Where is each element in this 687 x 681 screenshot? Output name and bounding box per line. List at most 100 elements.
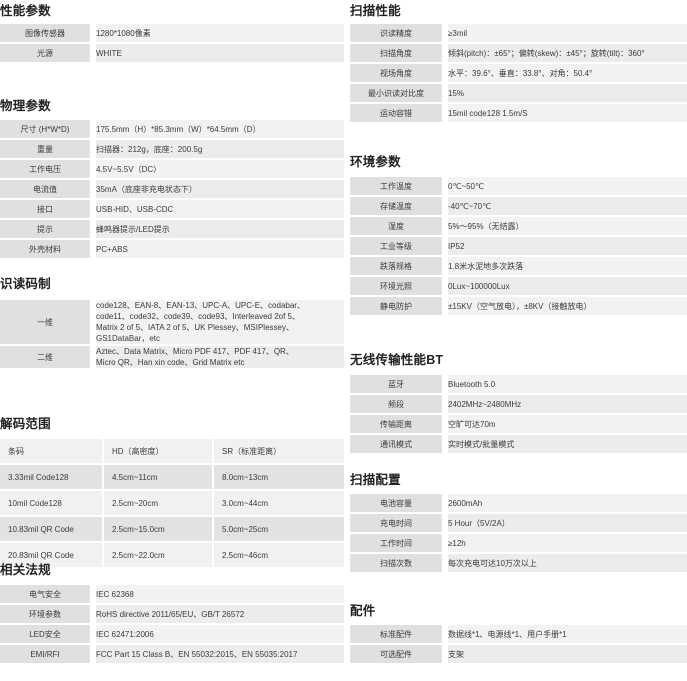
row-label: 二维: [0, 344, 96, 368]
section-title-wireless: 无线传输性能BT: [350, 353, 444, 367]
table-accessories: 标准配件 数据线*1、电源线*1、用户手册*1 可选配件 支架: [350, 623, 687, 663]
row-label: 外壳材料: [0, 238, 96, 258]
row-value: 15%: [448, 82, 687, 102]
table-row: 环境光照 0Lux~100000Lux: [350, 275, 687, 295]
table-row: 3.33mil Code128 4.5cm~11cm 8.0cm~13cm: [0, 463, 344, 489]
section-title-accessories: 配件: [350, 604, 376, 618]
row-label: 工作温度: [350, 175, 448, 195]
row-value: IEC 62471:2006: [96, 623, 344, 643]
row-value: 1280*1080像素: [96, 22, 344, 42]
table-row: 最小识读对比度 15%: [350, 82, 687, 102]
table-row: 扫描次数 每次充电可达10万次以上: [350, 552, 687, 572]
table-row: 标准配件 数据线*1、电源线*1、用户手册*1: [350, 623, 687, 643]
row-value: 5 Hour（5V/2A）: [448, 512, 687, 532]
table-row: 电池容量 2600mAh: [350, 492, 687, 512]
section-title-physical: 物理参数: [0, 99, 51, 113]
row-value: WHITE: [96, 42, 344, 62]
left-column: 性能参数图像传感器 1280*1080像素 光源 WHITE 物理参数尺寸 (H*W*D…: [0, 0, 344, 681]
row-value: 1.8米水泥地多次跌落: [448, 255, 687, 275]
table-cell: 10mil Code128: [0, 489, 104, 515]
section-title-decode-range: 解码范围: [0, 417, 51, 431]
row-value: 15mil code128 1.5m/S: [448, 102, 687, 122]
table-row: 图像传感器 1280*1080像素: [0, 22, 344, 42]
row-label: 一维: [0, 298, 96, 344]
spec-sheet-page: 性能参数图像传感器 1280*1080像素 光源 WHITE 物理参数尺寸 (H*W*D…: [0, 0, 687, 681]
row-value: 支架: [448, 643, 687, 663]
row-label: 通讯模式: [350, 433, 448, 453]
table-row: 工作时间 ≥12h: [350, 532, 687, 552]
row-label: LED安全: [0, 623, 96, 643]
row-label: 重量: [0, 138, 96, 158]
row-value: 蜂鸣器提示/LED提示: [96, 218, 344, 238]
row-label: 环境参数: [0, 603, 96, 623]
table-wireless: 蓝牙 Bluetooth 5.0 频段 2402MHz~2480MHz 传输距离 空旷可达…: [350, 373, 687, 453]
table-row: EMI/RFI FCC Part 15 Class B、EN 55032:2015…: [0, 643, 344, 663]
row-label: 视场角度: [350, 62, 448, 82]
table-physical: 尺寸 (H*W*D) 175.5mm（H）*85.3mm（W）*64.5mm（D）…: [0, 118, 344, 258]
table-row: 电气安全 IEC 62368: [0, 583, 344, 603]
section-title-performance: 性能参数: [0, 4, 51, 18]
row-value: ±15KV（空气放电），±8KV（接触放电）: [448, 295, 687, 315]
table-row: 外壳材料 PC+ABS: [0, 238, 344, 258]
row-value: code128、EAN-8、EAN-13、UPC-A、UPC-E、codabar…: [96, 298, 344, 344]
table-row: 环境参数 RoHS directive 2011/65/EU、GB/T 26572: [0, 603, 344, 623]
section-title-scan-config: 扫描配置: [350, 473, 401, 487]
row-value: IP52: [448, 235, 687, 255]
table-scan-performance: 识读精度 ≥3mil 扫描角度 倾斜(pitch)：±65°；偏转(skew)：±45…: [350, 22, 687, 122]
row-value: 空旷可达70m: [448, 413, 687, 433]
row-label: 图像传感器: [0, 22, 96, 42]
row-label: 充电时间: [350, 512, 448, 532]
row-label: 扫描角度: [350, 42, 448, 62]
row-label: 传输距离: [350, 413, 448, 433]
row-label: 接口: [0, 198, 96, 218]
row-value: 数据线*1、电源线*1、用户手册*1: [448, 623, 687, 643]
table-row: LED安全 IEC 62471:2006: [0, 623, 344, 643]
row-label: 光源: [0, 42, 96, 62]
row-label: 工业等级: [350, 235, 448, 255]
row-label: 运动容错: [350, 102, 448, 122]
row-label: 工作电压: [0, 158, 96, 178]
row-value: 每次充电可达10万次以上: [448, 552, 687, 572]
table-row: 尺寸 (H*W*D) 175.5mm（H）*85.3mm（W）*64.5mm（D）: [0, 118, 344, 138]
table-performance: 图像传感器 1280*1080像素 光源 WHITE: [0, 22, 344, 62]
row-label: EMI/RFI: [0, 643, 96, 663]
row-value: 2402MHz~2480MHz: [448, 393, 687, 413]
table-row: 识读精度 ≥3mil: [350, 22, 687, 42]
table-row: 存储温度 -40℃~70℃: [350, 195, 687, 215]
row-value: 倾斜(pitch)：±65°；偏转(skew)：±45°；旋转(tilt)：36…: [448, 42, 687, 62]
table-row: 工作电压 4.5V~5.5V（DC）: [0, 158, 344, 178]
row-label: 跌落规格: [350, 255, 448, 275]
section-title-regulations: 相关法规: [0, 563, 51, 577]
table-row: 20.83mil QR Code 2.5cm~22.0cm 2.5cm~46cm: [0, 541, 344, 567]
table-cell: 2.5cm~46cm: [214, 541, 344, 567]
value-line: Micro QR、Han xin code、Grid Matrix etc: [96, 358, 245, 367]
table-row: 视场角度 水平：39.6°、垂直：33.8°、对角：50.4°: [350, 62, 687, 82]
row-label: 电池容量: [350, 492, 448, 512]
column-header: HD（高密度）: [104, 437, 214, 463]
row-label: 提示: [0, 218, 96, 238]
row-label: 湿度: [350, 215, 448, 235]
row-value: RoHS directive 2011/65/EU、GB/T 26572: [96, 603, 344, 623]
table-cell: 2.5cm~15.0cm: [104, 515, 214, 541]
row-value: PC+ABS: [96, 238, 344, 258]
section-title-environment: 环境参数: [350, 155, 401, 169]
row-label: 扫描次数: [350, 552, 448, 572]
row-value: 扫描器：212g，底座：200.5g: [96, 138, 344, 158]
table-row: 工作温度 0℃~50℃: [350, 175, 687, 195]
row-label: 存储温度: [350, 195, 448, 215]
table-row: 静电防护 ±15KV（空气放电），±8KV（接触放电）: [350, 295, 687, 315]
column-header: SR（标准距离）: [214, 437, 344, 463]
table-row: 跌落规格 1.8米水泥地多次跌落: [350, 255, 687, 275]
value-line: Matrix 2 of 5、IATA 2 of 5、UK Plessey、MSI…: [96, 323, 294, 332]
table-environment: 工作温度 0℃~50℃ 存储温度 -40℃~70℃ 湿度 5%～95%（无结露） 工业等级 I…: [350, 175, 687, 315]
table-row: 频段 2402MHz~2480MHz: [350, 393, 687, 413]
table-row: 充电时间 5 Hour（5V/2A）: [350, 512, 687, 532]
column-header: 条码: [0, 437, 104, 463]
table-row: 通讯模式 实时模式/批量模式: [350, 433, 687, 453]
row-value: ≥12h: [448, 532, 687, 552]
table-row: 重量 扫描器：212g，底座：200.5g: [0, 138, 344, 158]
row-label: 频段: [350, 393, 448, 413]
table-header-row: 条码 HD（高密度） SR（标准距离）: [0, 437, 344, 463]
table-scan-config: 电池容量 2600mAh 充电时间 5 Hour（5V/2A） 工作时间 ≥12h 扫描次数…: [350, 492, 687, 572]
row-label: 可选配件: [350, 643, 448, 663]
